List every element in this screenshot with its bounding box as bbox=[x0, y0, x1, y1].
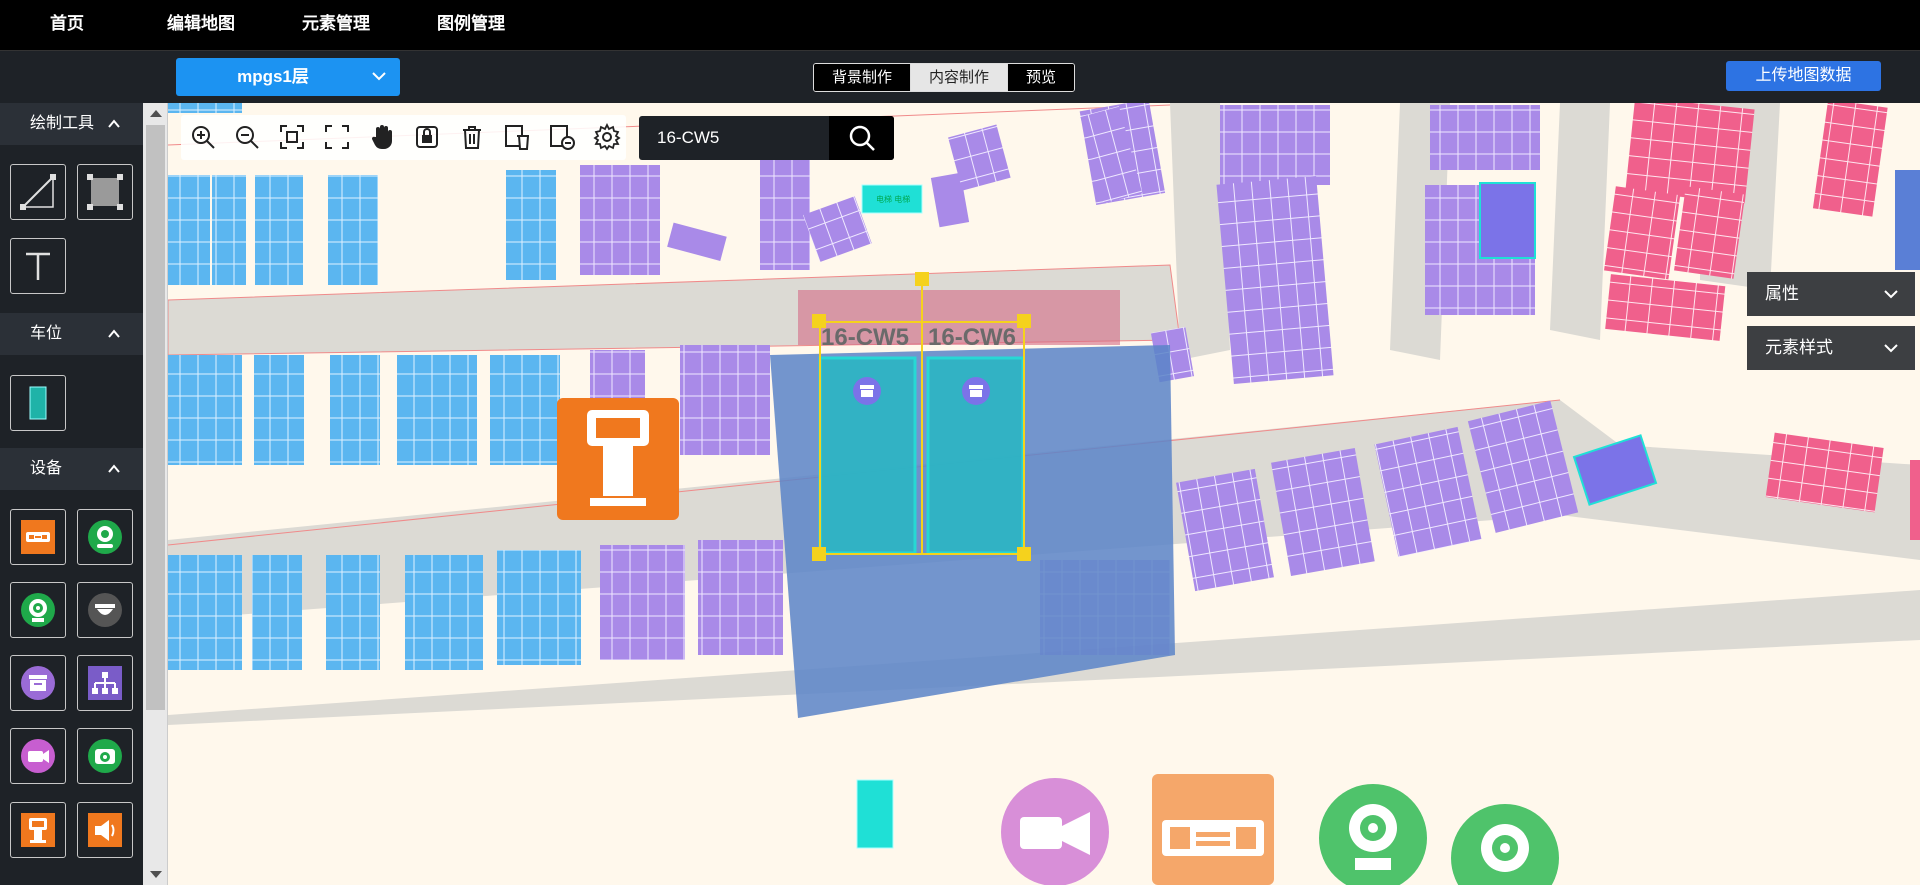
svg-text:电梯 电梯: 电梯 电梯 bbox=[876, 194, 910, 204]
sign-purple-icon bbox=[21, 666, 55, 700]
map-drawing: 电梯 电梯 bbox=[143, 103, 1920, 885]
chevron-down-icon bbox=[1884, 344, 1898, 353]
upload-map-data-button[interactable]: 上传地图数据 bbox=[1726, 61, 1881, 91]
map-canvas[interactable]: 电梯 电梯 16-CW5 16-CW6 bbox=[143, 103, 1920, 885]
element-style-panel-toggle[interactable]: 元素样式 bbox=[1747, 326, 1915, 370]
floor-select-value: mpgs1层 bbox=[237, 67, 309, 86]
nav-home[interactable]: 首页 bbox=[50, 0, 84, 50]
kiosk-icon bbox=[21, 813, 55, 847]
settings-icon[interactable] bbox=[593, 123, 621, 151]
device-network-button[interactable] bbox=[77, 655, 133, 711]
properties-label: 属性 bbox=[1765, 284, 1799, 303]
chevron-down-icon bbox=[372, 72, 386, 81]
tab-content[interactable]: 内容制作 bbox=[910, 64, 1008, 91]
chevron-up-icon bbox=[108, 119, 120, 128]
chevron-down-icon bbox=[1884, 290, 1898, 299]
device-sign-button[interactable] bbox=[10, 655, 66, 711]
delete-icon[interactable] bbox=[458, 123, 486, 151]
device-camera-button[interactable] bbox=[77, 509, 133, 565]
parking-space-button[interactable] bbox=[10, 375, 66, 431]
section-title: 绘制工具 bbox=[30, 115, 95, 132]
network-icon bbox=[88, 666, 122, 700]
chevron-up-icon bbox=[108, 464, 120, 473]
device-speaker-button[interactable] bbox=[77, 802, 133, 858]
sub-toolbar: mpgs1层 背景制作 内容制作 预览 上传地图数据 bbox=[0, 50, 1920, 103]
dome-camera-icon bbox=[88, 593, 122, 627]
video-camera-icon bbox=[21, 739, 55, 773]
map-toolbar bbox=[181, 115, 626, 160]
tab-preview[interactable]: 预览 bbox=[1007, 64, 1075, 91]
device-camera-2-button[interactable] bbox=[10, 582, 66, 638]
camera-green-2-icon bbox=[21, 593, 55, 627]
mode-tabs: 背景制作 内容制作 预览 bbox=[813, 63, 1076, 92]
search-button[interactable] bbox=[829, 116, 894, 160]
search-input[interactable]: 16-CW5 bbox=[657, 116, 719, 160]
selected-space-label-cw6: 16-CW6 bbox=[928, 324, 1017, 351]
selected-space-label-cw5: 16-CW5 bbox=[821, 324, 910, 351]
map-vertical-scrollbar[interactable] bbox=[143, 103, 168, 885]
device-kiosk-button[interactable] bbox=[10, 802, 66, 858]
line-icon bbox=[20, 174, 56, 210]
text-tool-button[interactable] bbox=[10, 238, 66, 294]
element-style-label: 元素样式 bbox=[1765, 338, 1833, 357]
map-search-box: 16-CW5 bbox=[639, 116, 894, 160]
pan-hand-icon[interactable] bbox=[368, 123, 396, 151]
properties-panel-toggle[interactable]: 属性 bbox=[1747, 272, 1915, 316]
delete-select-icon[interactable] bbox=[548, 123, 576, 151]
camera-green-icon bbox=[88, 520, 122, 554]
nav-edit-map[interactable]: 编辑地图 bbox=[167, 0, 235, 50]
app-root: 首页 编辑地图 元素管理 图例管理 mpgs1层 背景制作 内容制作 预览 上传… bbox=[0, 0, 1920, 885]
speaker-icon bbox=[88, 813, 122, 847]
scroll-down-icon[interactable] bbox=[150, 871, 162, 878]
device-dome-camera-button[interactable] bbox=[77, 582, 133, 638]
left-sidebar: 绘制工具 车位 设备 bbox=[0, 103, 143, 885]
device-camera-box-button[interactable] bbox=[77, 728, 133, 784]
scrollbar-thumb[interactable] bbox=[146, 125, 165, 710]
section-devices[interactable]: 设备 bbox=[0, 448, 143, 490]
guidance-screen-icon bbox=[21, 520, 55, 554]
delete-multi-icon[interactable] bbox=[503, 123, 531, 151]
lock-icon[interactable] bbox=[413, 123, 441, 151]
fullscreen-icon[interactable] bbox=[323, 123, 351, 151]
text-icon bbox=[26, 252, 50, 280]
camera-box-icon bbox=[88, 739, 122, 773]
device-guidance-screen-button[interactable] bbox=[10, 509, 66, 565]
section-title: 车位 bbox=[30, 325, 63, 342]
line-tool-button[interactable] bbox=[10, 164, 66, 220]
section-title: 设备 bbox=[30, 460, 63, 477]
top-nav: 首页 编辑地图 元素管理 图例管理 bbox=[0, 0, 1920, 50]
scroll-up-icon[interactable] bbox=[150, 110, 162, 117]
floor-select[interactable]: mpgs1层 bbox=[176, 58, 400, 96]
zoom-out-icon[interactable] bbox=[233, 123, 261, 151]
zoom-in-icon[interactable] bbox=[189, 123, 217, 151]
chevron-up-icon bbox=[108, 329, 120, 338]
tab-background[interactable]: 背景制作 bbox=[814, 64, 911, 91]
fit-icon[interactable] bbox=[278, 123, 306, 151]
rectangle-icon bbox=[87, 174, 123, 210]
nav-legend-management[interactable]: 图例管理 bbox=[437, 0, 505, 50]
section-draw-tools[interactable]: 绘制工具 bbox=[0, 103, 143, 145]
section-parking[interactable]: 车位 bbox=[0, 313, 143, 355]
rectangle-tool-button[interactable] bbox=[77, 164, 133, 220]
parking-space-icon bbox=[29, 386, 47, 420]
search-icon bbox=[849, 125, 875, 151]
device-video-camera-button[interactable] bbox=[10, 728, 66, 784]
nav-element-management[interactable]: 元素管理 bbox=[302, 0, 370, 50]
